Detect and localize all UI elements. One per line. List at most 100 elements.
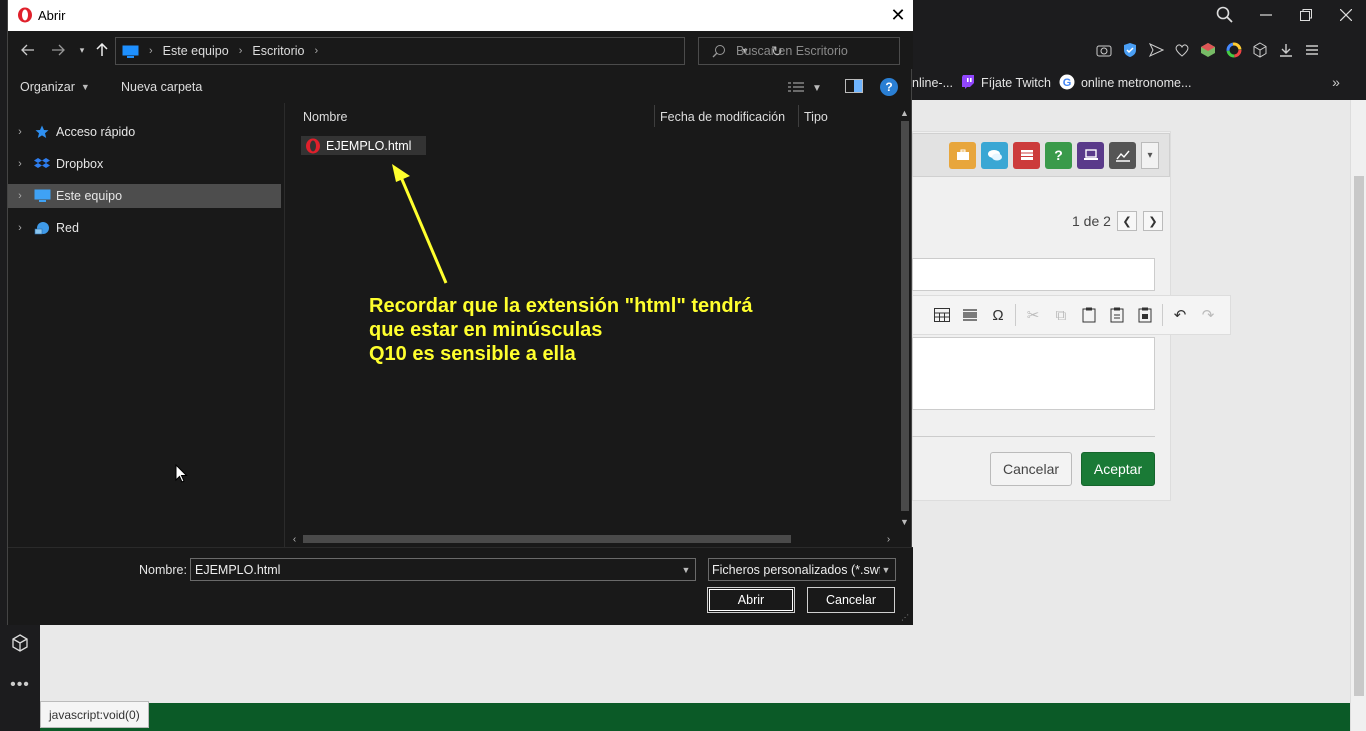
shield-icon[interactable] [1120, 39, 1140, 61]
cut-icon[interactable]: ✂ [1022, 304, 1044, 326]
browser-toolbar-icons [1094, 38, 1322, 62]
chevron-left-icon[interactable]: ❮ [1116, 211, 1137, 231]
chevron-down-icon[interactable]: ▼ [879, 562, 893, 578]
nav-item-quick-access[interactable]: › Acceso rápido [8, 120, 281, 144]
mouse-cursor-icon [175, 464, 188, 483]
help-icon[interactable]: ? [880, 78, 898, 96]
bookmark-item[interactable]: Fíjate Twitch [961, 74, 1051, 92]
column-separator[interactable] [654, 105, 655, 127]
chevron-left-icon[interactable]: ‹ [287, 531, 302, 547]
menu-icon[interactable] [1302, 39, 1322, 61]
preview-pane-icon[interactable] [845, 79, 863, 95]
back-arrow-icon[interactable] [18, 40, 38, 60]
omega-icon[interactable]: Ω [987, 304, 1009, 326]
box-icon[interactable] [9, 632, 31, 654]
view-options-button[interactable]: ▼ [788, 77, 828, 99]
column-headers: Nombre Fecha de modificación Tipo [285, 103, 897, 129]
column-header-modified[interactable]: Fecha de modificación [660, 110, 785, 124]
address-bar[interactable]: › Este equipo › Escritorio › ▾ ↻ [115, 37, 783, 65]
bookmark-item[interactable]: G online metronome... [1059, 74, 1191, 93]
column-separator[interactable] [798, 105, 799, 127]
paste-word-icon[interactable] [1134, 304, 1156, 326]
resize-grip-icon[interactable]: ⋰ [901, 613, 911, 623]
table-icon[interactable] [931, 304, 953, 326]
dialog-footer: Nombre: ▼ Ficheros personalizados (*.swf… [8, 547, 913, 625]
redo-icon[interactable]: ↷ [1197, 304, 1219, 326]
restore-icon[interactable] [1286, 0, 1326, 30]
chevron-right-icon[interactable]: › [9, 190, 31, 202]
page-scrollbar[interactable] [1350, 100, 1366, 731]
editor-toolbar: Ω ✂ ⧉ ↶ ↷ [912, 295, 1231, 335]
nav-item-this-pc[interactable]: › Este equipo [8, 184, 281, 208]
column-header-name[interactable]: Nombre [303, 110, 347, 124]
file-type-select[interactable]: Ficheros personalizados (*.swf;* ▼ [708, 558, 896, 581]
scrollbar-thumb[interactable] [901, 121, 909, 511]
chevron-right-icon[interactable]: ❯ [1142, 211, 1163, 231]
camera-icon[interactable] [1094, 39, 1114, 61]
cancel-button[interactable]: Cancelar [807, 587, 895, 613]
chevron-up-icon[interactable]: ▲ [897, 105, 912, 120]
send-icon[interactable] [1146, 39, 1166, 61]
chevron-right-icon[interactable]: › [9, 222, 31, 234]
laptop-icon[interactable] [1077, 141, 1104, 169]
paste-icon[interactable] [1078, 304, 1100, 326]
page-scrollbar-thumb[interactable] [1354, 176, 1364, 696]
nav-item-label: Dropbox [56, 157, 104, 171]
breadcrumb-item[interactable]: Este equipo [163, 44, 229, 58]
up-arrow-icon[interactable] [92, 40, 112, 60]
file-item[interactable]: EJEMPLO.html [301, 136, 426, 155]
heart-icon[interactable] [1172, 39, 1192, 61]
color-wheel-icon[interactable] [1224, 39, 1244, 61]
chevron-down-icon[interactable]: ▼ [897, 514, 912, 529]
forward-arrow-icon[interactable] [48, 40, 68, 60]
paste-text-icon[interactable] [1106, 304, 1128, 326]
horizontal-line-icon[interactable] [959, 304, 981, 326]
app-icon-toolbar: ? ▾ [912, 133, 1170, 177]
download-icon[interactable] [1276, 39, 1296, 61]
column-header-type[interactable]: Tipo [804, 110, 828, 124]
close-icon[interactable]: ✕ [883, 0, 913, 31]
editor-area[interactable] [912, 337, 1155, 410]
organize-button[interactable]: Organizar ▼ [20, 80, 90, 94]
chevron-right-icon[interactable]: › [881, 531, 896, 547]
file-list-horizontal-scrollbar[interactable]: ‹ › [285, 531, 897, 547]
nav-item-dropbox[interactable]: › Dropbox [8, 152, 281, 176]
help-icon[interactable]: ? [1045, 141, 1072, 169]
more-dots-icon[interactable]: ••• [8, 676, 32, 698]
file-name-combobox[interactable]: ▼ [190, 558, 696, 581]
new-folder-button[interactable]: Nueva carpeta [121, 80, 202, 94]
search-input[interactable] [736, 44, 896, 58]
search-icon[interactable] [1214, 5, 1236, 25]
recent-locations-chevron-icon[interactable]: ▾ [72, 40, 92, 60]
chevron-double-right-icon[interactable]: » [1326, 74, 1346, 92]
bookmark-item[interactable]: nline-... [912, 76, 953, 90]
extension-cube-icon[interactable] [1198, 39, 1218, 61]
scrollbar-thumb[interactable] [303, 535, 791, 543]
box-icon[interactable] [1250, 39, 1270, 61]
app-text-input[interactable] [912, 258, 1155, 291]
chevron-down-icon[interactable]: ▼ [679, 562, 693, 578]
briefcase-icon[interactable] [949, 141, 976, 169]
pager: 1 de 2 ❮ ❯ [1072, 211, 1163, 231]
chevron-down-icon[interactable]: ▾ [1141, 141, 1159, 169]
chart-icon[interactable] [1109, 141, 1136, 169]
table-icon[interactable] [1013, 141, 1040, 169]
file-name-input[interactable] [195, 562, 665, 577]
dialog-title-bar: Abrir ✕ [8, 0, 913, 31]
minimize-icon[interactable] [1246, 0, 1286, 30]
chevron-right-icon[interactable]: › [9, 158, 31, 170]
search-box[interactable] [698, 37, 900, 65]
page-cancel-button[interactable]: Cancelar [990, 452, 1072, 486]
page-accept-button[interactable]: Aceptar [1081, 452, 1155, 486]
search-icon [712, 44, 726, 58]
close-window-icon[interactable] [1326, 0, 1366, 30]
undo-icon[interactable]: ↶ [1169, 304, 1191, 326]
open-button[interactable]: Abrir [707, 587, 795, 613]
file-list-vertical-scrollbar[interactable]: ▲ ▼ [897, 103, 912, 531]
copy-icon[interactable]: ⧉ [1050, 304, 1072, 326]
chevron-right-icon[interactable]: › [9, 126, 31, 138]
nav-item-network[interactable]: › Red [8, 216, 281, 240]
breadcrumb-item[interactable]: Escritorio [252, 44, 304, 58]
bookmark-label: Fíjate Twitch [981, 76, 1051, 90]
chat-icon[interactable] [981, 141, 1008, 169]
